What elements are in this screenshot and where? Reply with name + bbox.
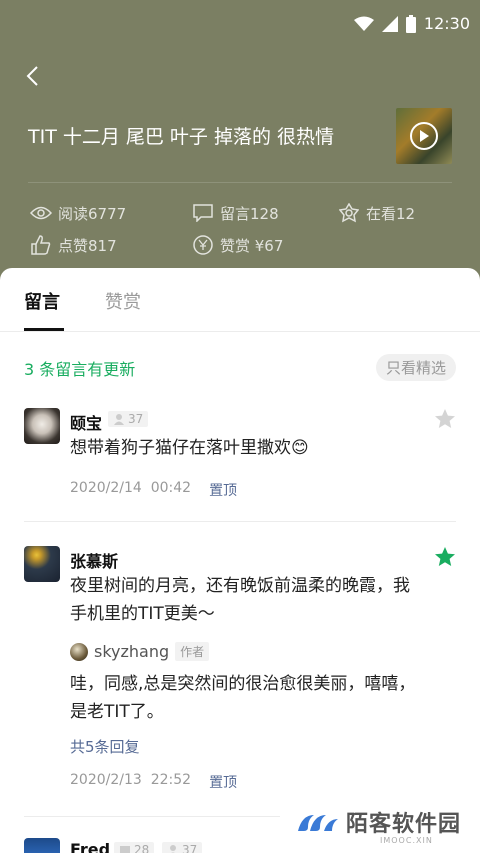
watermark: 陌客软件园 IMOOC.XIN: [296, 806, 462, 845]
tab-bar: 留言 赞赏: [0, 268, 480, 332]
thumbs-up-icon: [30, 234, 52, 256]
comment-icon: [120, 846, 130, 853]
pin-button[interactable]: 置顶: [209, 772, 237, 792]
stat-read-label: 阅读6777: [58, 204, 127, 223]
comment-date: 2020/2/14: [70, 480, 142, 496]
author-avatar: [70, 642, 88, 661]
stat-watching-label: 在看12: [366, 204, 416, 223]
avatar[interactable]: [24, 546, 60, 582]
commenter-name[interactable]: 颐宝: [70, 410, 102, 434]
tab-rewards[interactable]: 赞赏: [105, 288, 141, 314]
comment-time: 22:52: [150, 772, 192, 788]
more-replies-link[interactable]: 共5条回复: [70, 736, 140, 757]
user-icon: [170, 845, 176, 853]
featured-only-button[interactable]: 只看精选: [375, 354, 456, 381]
follower-badge: 37: [108, 411, 149, 427]
wifi-icon: [353, 16, 374, 31]
user-icon: [114, 414, 124, 425]
comment-timestamp: 2020/2/13 22:52: [70, 772, 191, 792]
stat-read: 阅读6777: [30, 202, 126, 224]
reply-author-name[interactable]: skyzhang: [94, 642, 169, 661]
status-bar: 12:30: [0, 0, 480, 50]
reply-content: 哇，同感,总是突然间的很治愈很美丽，嘻嘻，是老TIT了。: [70, 674, 416, 722]
pin-button[interactable]: 置顶: [209, 480, 237, 500]
author-tag: 作者: [175, 642, 210, 661]
star-icon[interactable]: [434, 408, 456, 430]
tab-comments[interactable]: 留言: [24, 288, 60, 314]
yen-icon: [192, 234, 214, 256]
comment-item: 颐宝 37 想带着狗子猫仔在落叶里撒欢😊 2020/2/14 00:42 置顶: [0, 398, 480, 518]
tabs-divider: [0, 331, 480, 332]
stat-likes: 点赞817: [30, 234, 117, 256]
commenter-name[interactable]: Fred: [70, 840, 110, 853]
comment-count: 28: [134, 843, 150, 853]
stat-comments-label: 留言128: [220, 204, 279, 223]
signal-icon: [381, 15, 398, 32]
update-notice[interactable]: 3 条留言有更新: [24, 356, 135, 380]
comment-meta: 2020/2/13 22:52 置顶: [70, 772, 237, 792]
eye-icon: [30, 202, 52, 224]
reply-author: skyzhang 作者: [70, 642, 210, 661]
comment-content: 想带着狗子猫仔在落叶里撒欢😊: [70, 438, 309, 458]
follower-count: 37: [182, 843, 198, 853]
comment-count-badge: 28: [114, 842, 155, 853]
avatar[interactable]: [24, 408, 60, 444]
watermark-subtext: IMOOC.XIN: [380, 836, 433, 845]
stat-likes-label: 点赞817: [58, 236, 117, 255]
stat-reward-label: 赞赏 ¥67: [220, 236, 284, 255]
stat-comments: 留言128: [192, 202, 279, 224]
stat-watching: 在看12: [338, 202, 415, 224]
star-icon[interactable]: [434, 546, 456, 568]
battery-icon: [405, 14, 416, 33]
play-icon: [410, 122, 438, 150]
comment-content: 夜里树间的月亮，还有晚饭前温柔的晚霞，我手机里的TIT更美～: [70, 576, 410, 624]
comment-timestamp: 2020/2/14 00:42: [70, 480, 191, 500]
article-header: 12:30 TIT 十二月 尾巴 叶子 掉落的 很热情 阅读6777 留言128…: [0, 0, 480, 300]
video-thumbnail[interactable]: [396, 108, 452, 164]
follower-badge: 37: [162, 842, 203, 853]
comment-meta: 2020/2/14 00:42 置顶: [70, 480, 237, 500]
stat-reward: 赞赏 ¥67: [192, 234, 283, 256]
comment-time: 00:42: [150, 480, 192, 496]
comment-date: 2020/2/13: [70, 772, 142, 788]
commenter-name[interactable]: 张慕斯: [70, 548, 118, 572]
comment-icon: [192, 202, 214, 224]
follower-count: 37: [128, 412, 144, 426]
article-title: TIT 十二月 尾巴 叶子 掉落的 很热情: [28, 126, 335, 148]
comment-divider: [24, 816, 280, 817]
comment-item: 张慕斯 夜里树间的月亮，还有晚饭前温柔的晚霞，我手机里的TIT更美～ skyzh…: [0, 536, 480, 806]
watermark-logo-icon: [298, 815, 338, 831]
header-divider: [28, 182, 452, 183]
status-icons: 12:30: [353, 14, 470, 33]
status-time: 12:30: [423, 14, 470, 33]
comments-sheet: 留言 赞赏 3 条留言有更新 只看精选 颐宝 37 想带着狗子猫仔在落叶里撒欢😊…: [0, 268, 480, 853]
avatar[interactable]: [24, 838, 60, 853]
back-button[interactable]: [18, 62, 46, 90]
flower-icon: [338, 202, 360, 224]
watermark-text: 陌客软件园: [346, 812, 462, 837]
chevron-left-icon: [26, 66, 38, 86]
comment-divider: [24, 521, 456, 522]
